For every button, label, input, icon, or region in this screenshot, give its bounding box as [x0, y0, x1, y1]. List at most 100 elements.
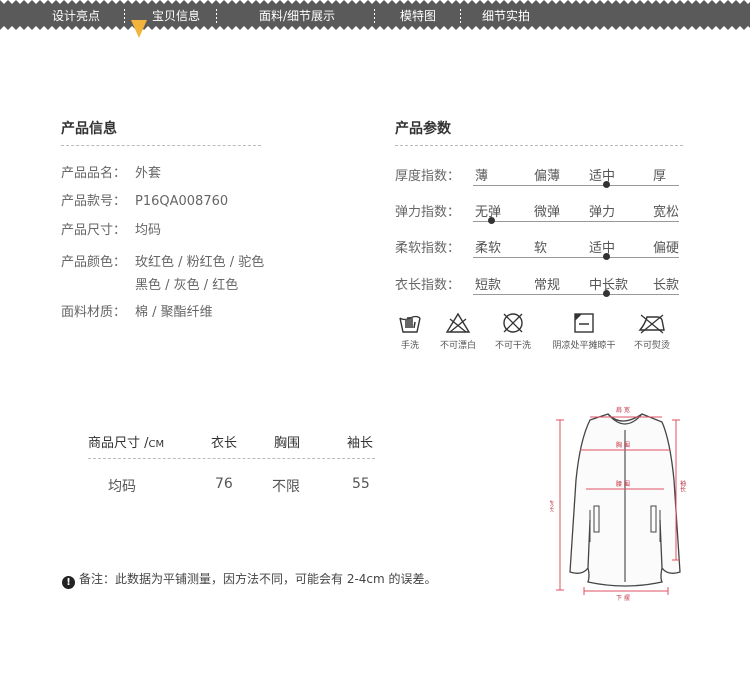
param-option: 微弹 [534, 205, 561, 220]
info-value: 棉 / 聚酯纤维 [135, 305, 213, 320]
tab-product-info[interactable]: 宝贝信息 [152, 9, 200, 23]
param-option: 长款 [653, 278, 680, 293]
param-track [473, 221, 679, 222]
info-value: P16QA008760 [135, 194, 229, 209]
no-iron-icon [638, 314, 665, 334]
active-tab-marker [131, 20, 147, 38]
zigzag-top-border [0, 0, 750, 6]
size-header-text: 商品尺寸 / [88, 436, 149, 451]
param-selected-dot [488, 217, 495, 224]
param-option: 薄 [475, 169, 489, 184]
info-row-color-cont: 黑色 / 灰色 / 红色 [135, 274, 238, 293]
param-option: 适中 [589, 169, 616, 184]
size-cell: 55 [352, 476, 370, 492]
info-row-color: 产品颜色： 玫红色 / 粉红色 / 驼色 [61, 251, 264, 270]
size-header-unit: CM [148, 439, 165, 450]
no-tumble-dry-icon [503, 313, 523, 333]
size-header-length: 衣长 [211, 436, 238, 451]
divider [88, 458, 375, 459]
param-row: 柔软指数： 柔软 软 适中 偏硬 [395, 237, 685, 267]
info-key: 产品颜色： [61, 255, 127, 270]
tab-model-photos[interactable]: 模特图 [400, 9, 436, 23]
exclamation-icon: ! [62, 576, 75, 589]
size-cell: 均码 [108, 479, 136, 495]
param-option: 短款 [475, 278, 502, 293]
tab-separator [124, 9, 125, 23]
top-nav-bar: 设计亮点 宝贝信息 面料/细节展示 模特图 细节实拍 [0, 0, 750, 30]
care-no-bleach: 不可漂白 [436, 312, 480, 351]
diagram-label-hem: 下 摆 [616, 594, 630, 602]
param-label: 弹力指数： [395, 205, 461, 220]
diagram-label-shoulder: 肩 宽 [616, 406, 630, 414]
info-value: 黑色 / 灰色 / 红色 [135, 278, 239, 293]
param-track [473, 257, 679, 258]
info-row-style-no: 产品款号： P16QA008760 [61, 190, 228, 209]
size-cell: 不限 [272, 479, 300, 495]
tab-separator [374, 9, 375, 23]
hand-wash-icon [399, 315, 421, 333]
tab-separator [216, 9, 217, 23]
product-info-title: 产品信息 [61, 121, 117, 137]
size-header-sleeve: 袖长 [347, 436, 374, 451]
param-option: 弹力 [589, 205, 616, 220]
care-label: 阴凉处平摊晾干 [552, 341, 616, 351]
size-header-chest: 胸围 [274, 436, 301, 451]
param-option: 厚 [653, 169, 667, 184]
care-label: 不可熨烫 [633, 341, 670, 351]
param-label: 厚度指数： [395, 169, 461, 184]
care-no-iron: 不可熨烫 [628, 312, 676, 351]
param-row: 弹力指数： 无弹 微弹 弹力 宽松 [395, 201, 685, 231]
size-header-label: 商品尺寸 /CM [88, 432, 164, 451]
measurement-note: ! 备注：此数据为平铺测量，因方法不同，可能会有 2-4cm 的误差。 [62, 570, 437, 589]
info-key: 产品尺寸： [61, 223, 127, 238]
param-option: 偏薄 [534, 169, 561, 184]
tab-separator [460, 9, 461, 23]
info-key: 产品款号： [61, 194, 127, 209]
divider [61, 145, 261, 146]
note-text: 备注：此数据为平铺测量，因方法不同，可能会有 2-4cm 的误差。 [79, 572, 437, 586]
info-value: 玫红色 / 粉红色 / 驼色 [135, 255, 265, 270]
care-label: 不可干洗 [494, 341, 531, 351]
param-selected-dot [603, 181, 610, 188]
info-key: 产品品名： [61, 166, 127, 181]
tab-design-highlights[interactable]: 设计亮点 [52, 9, 100, 23]
param-option: 偏硬 [653, 241, 680, 256]
diagram-label-length: 衣长 [550, 499, 554, 513]
care-label: 手洗 [400, 341, 419, 351]
size-cell: 76 [215, 476, 233, 492]
param-option: 软 [534, 241, 548, 256]
param-track [473, 185, 679, 186]
care-label: 不可漂白 [439, 341, 476, 351]
diagram-label-sleeve: 袖长 [679, 479, 686, 493]
no-bleach-icon [445, 312, 471, 333]
param-selected-dot [603, 253, 610, 260]
info-value: 均码 [135, 223, 162, 238]
info-row-name: 产品品名： 外套 [61, 162, 161, 181]
param-label: 衣长指数： [395, 278, 461, 293]
product-params-title: 产品参数 [395, 121, 451, 137]
param-option: 宽松 [653, 205, 680, 220]
care-no-dry-clean: 不可干洗 [491, 312, 535, 351]
divider [395, 145, 683, 146]
tab-detail-photos[interactable]: 细节实拍 [482, 9, 530, 23]
param-track [473, 294, 679, 295]
info-row-size: 产品尺寸： 均码 [61, 219, 161, 238]
param-selected-dot [603, 290, 610, 297]
care-hand-wash: 手洗 [396, 312, 424, 351]
care-shade-flat-dry: 阴凉处平摊晾干 [548, 312, 620, 351]
tab-fabric-details[interactable]: 面料/细节展示 [259, 9, 335, 23]
param-label: 柔软指数： [395, 241, 461, 256]
info-value: 外套 [135, 166, 162, 181]
info-row-material: 面料材质： 棉 / 聚酯纤维 [61, 301, 213, 320]
diagram-label-waist: 腰 围 [616, 481, 630, 488]
info-key: 面料材质： [61, 305, 127, 320]
zigzag-bottom-border [0, 24, 750, 30]
diagram-label-chest: 胸 围 [616, 441, 630, 449]
param-option: 柔软 [475, 241, 502, 256]
param-row: 厚度指数： 薄 偏薄 适中 厚 [395, 165, 685, 195]
param-option: 适中 [589, 241, 616, 256]
shade-flat-dry-icon [574, 313, 594, 333]
garment-measurement-diagram: 肩 宽 胸 围 腰 围 下 摆 衣长 袖长 [550, 406, 686, 602]
param-option: 常规 [534, 278, 561, 293]
param-row: 衣长指数： 短款 常规 中长款 长款 [395, 274, 685, 304]
